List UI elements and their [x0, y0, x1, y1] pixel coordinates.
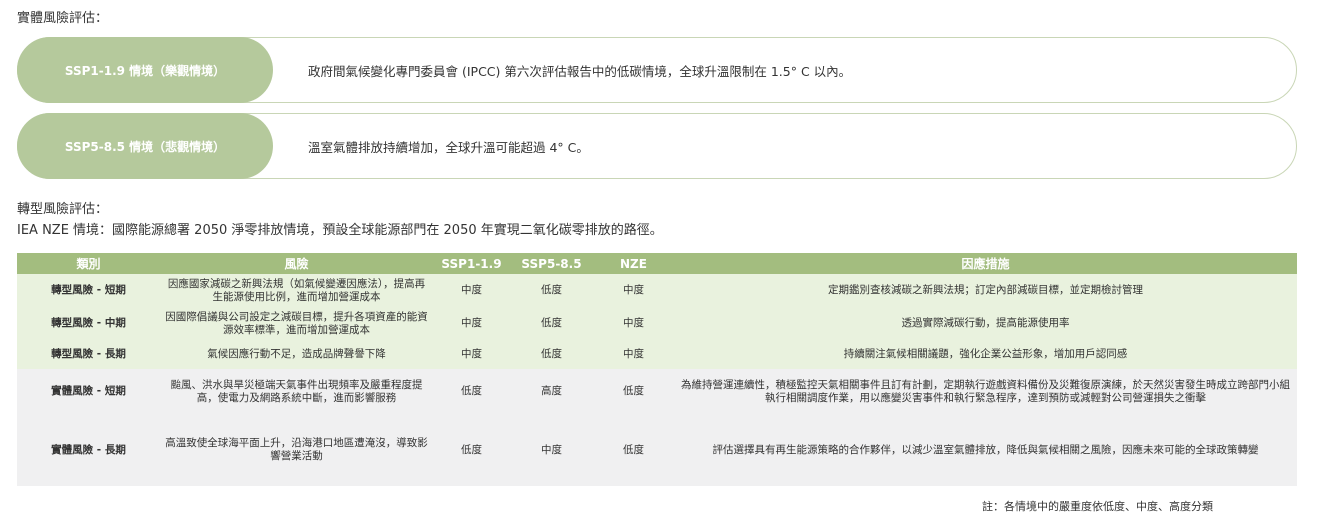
table-row: 轉型風險 - 中期 因國際倡議與公司設定之減碳目標，提升各項資產的能資源效率標準… — [17, 307, 1297, 340]
cell-risk: 因應國家減碳之新興法規（如氣候變遷因應法），提高再生能源使用比例，進而增加營運成… — [160, 274, 433, 307]
header-measure: 因應措施 — [674, 253, 1297, 274]
cell-risk: 颱風、洪水與旱災極端天氣事件出現頻率及嚴重程度提高，使電力及網路系統中斷，進而影… — [160, 369, 433, 414]
cell-category: 轉型風險 - 中期 — [17, 307, 160, 340]
cell-risk: 高溫致使全球海平面上升，沿海港口地區遭淹沒，導致影響營業活動 — [160, 414, 433, 486]
cell-ssp119: 低度 — [433, 414, 510, 486]
cell-nze: 中度 — [593, 307, 674, 340]
cell-ssp585: 低度 — [510, 307, 593, 340]
nze-description: IEA NZE 情境：國際能源總署 2050 淨零排放情境，預設全球能源部門在 … — [17, 223, 663, 238]
physical-risk-heading: 實體風險評估： — [17, 11, 109, 26]
cell-category: 轉型風險 - 長期 — [17, 340, 160, 369]
cell-ssp119: 中度 — [433, 340, 510, 369]
scenario-pill-ssp1: SSP1-1.9 情境（樂觀情境） — [17, 37, 273, 103]
header-ssp119: SSP1-1.9 — [433, 253, 510, 274]
cell-ssp585: 高度 — [510, 369, 593, 414]
severity-note: 註：各情境中的嚴重度依低度、中度、高度分類 — [982, 500, 1213, 513]
table-row: 轉型風險 - 長期 氣候因應行動不足，造成品牌聲譽下降 中度 低度 中度 持續關… — [17, 340, 1297, 369]
table-row: 轉型風險 - 短期 因應國家減碳之新興法規（如氣候變遷因應法），提高再生能源使用… — [17, 274, 1297, 307]
risk-table: 類別 風險 SSP1-1.9 SSP5-8.5 NZE 因應措施 轉型風險 - … — [17, 253, 1297, 486]
scenario-description-ssp5: 溫室氣體排放持續增加，全球升溫可能超過 4° C。 — [308, 139, 589, 155]
cell-category: 實體風險 - 長期 — [17, 414, 160, 486]
cell-risk: 氣候因應行動不足，造成品牌聲譽下降 — [160, 340, 433, 369]
cell-category: 實體風險 - 短期 — [17, 369, 160, 414]
cell-measure: 為維持營運連續性，積極監控天氣相關事件且訂有計劃，定期執行遊戲資料備份及災難復原… — [674, 369, 1297, 414]
cell-ssp585: 中度 — [510, 414, 593, 486]
header-category: 類別 — [17, 253, 160, 274]
scenario-card-ssp1: SSP1-1.9 情境（樂觀情境） 政府間氣候變化專門委員會 (IPCC) 第六… — [17, 37, 1297, 103]
cell-nze: 低度 — [593, 369, 674, 414]
cell-ssp119: 低度 — [433, 369, 510, 414]
cell-category: 轉型風險 - 短期 — [17, 274, 160, 307]
cell-ssp585: 低度 — [510, 274, 593, 307]
cell-nze: 中度 — [593, 340, 674, 369]
header-nze: NZE — [593, 253, 674, 274]
cell-nze: 低度 — [593, 414, 674, 486]
table-row: 實體風險 - 短期 颱風、洪水與旱災極端天氣事件出現頻率及嚴重程度提高，使電力及… — [17, 369, 1297, 414]
scenario-description-ssp1: 政府間氣候變化專門委員會 (IPCC) 第六次評估報告中的低碳情境，全球升溫限制… — [308, 63, 852, 79]
transition-risk-heading: 轉型風險評估： — [17, 202, 109, 217]
table-row: 實體風險 - 長期 高溫致使全球海平面上升，沿海港口地區遭淹沒，導致影響營業活動… — [17, 414, 1297, 486]
cell-measure: 評估選擇具有再生能源策略的合作夥伴，以減少溫室氣體排放，降低與氣候相關之風險，因… — [674, 414, 1297, 486]
cell-measure: 定期鑑別查核減碳之新興法規；訂定內部減碳目標，並定期檢討管理 — [674, 274, 1297, 307]
cell-nze: 中度 — [593, 274, 674, 307]
cell-risk: 因國際倡議與公司設定之減碳目標，提升各項資產的能資源效率標準，進而增加營運成本 — [160, 307, 433, 340]
header-risk: 風險 — [160, 253, 433, 274]
scenario-pill-ssp5: SSP5-8.5 情境（悲觀情境） — [17, 113, 273, 179]
cell-measure: 透過實際減碳行動，提高能源使用率 — [674, 307, 1297, 340]
cell-ssp585: 低度 — [510, 340, 593, 369]
scenario-card-ssp5: SSP5-8.5 情境（悲觀情境） 溫室氣體排放持續增加，全球升溫可能超過 4°… — [17, 113, 1297, 179]
cell-measure: 持續關注氣候相關議題，強化企業公益形象，增加用戶認同感 — [674, 340, 1297, 369]
cell-ssp119: 中度 — [433, 307, 510, 340]
header-ssp585: SSP5-8.5 — [510, 253, 593, 274]
table-header-row: 類別 風險 SSP1-1.9 SSP5-8.5 NZE 因應措施 — [17, 253, 1297, 274]
cell-ssp119: 中度 — [433, 274, 510, 307]
